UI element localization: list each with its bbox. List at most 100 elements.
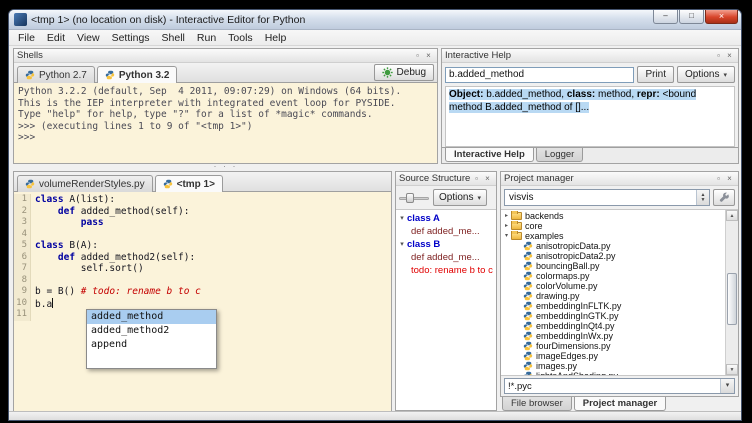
project-item-embeddinginfltk-py[interactable]: embeddingInFLTK.py	[502, 301, 725, 311]
editor-tab-label: <tmp 1>	[177, 179, 215, 190]
help-tab-interactive-help[interactable]: Interactive Help	[445, 148, 534, 162]
project-item-embeddinginwx-py[interactable]: embeddingInWx.py	[502, 331, 725, 341]
python-file-icon	[523, 321, 533, 331]
help-body[interactable]: Object: b.added_method, class: method, r…	[445, 86, 735, 147]
folder-icon	[511, 222, 522, 230]
shell-tab-label: Python 2.7	[39, 70, 87, 81]
float-panel-icon[interactable]: ▫	[713, 50, 724, 61]
project-item-anisotropicdata-py[interactable]: anisotropicData.py	[502, 241, 725, 251]
collapse-icon[interactable]: ▾	[502, 231, 511, 241]
line-number: 8	[14, 275, 31, 287]
project-item-colorvolume-py[interactable]: colorVolume.py	[502, 281, 725, 291]
line-number: 9	[14, 286, 31, 298]
expand-icon[interactable]: ▸	[502, 211, 511, 221]
shell-output[interactable]: Python 3.2.2 (default, Sep 4 2011, 09:07…	[14, 83, 437, 163]
menu-edit[interactable]: Edit	[41, 31, 71, 45]
menu-run[interactable]: Run	[191, 31, 222, 45]
project-item-fourdimensions-py[interactable]: fourDimensions.py	[502, 341, 725, 351]
autocomplete-item-added-method[interactable]: added_method	[87, 310, 216, 324]
scroll-down-icon[interactable]: ▼	[726, 364, 738, 375]
chevron-down-icon[interactable]: ▾	[720, 379, 734, 393]
file-filter-input[interactable]	[505, 381, 720, 392]
project-item-label: bouncingBall.py	[536, 261, 600, 271]
project-item-label: lightsAndShading.py	[536, 371, 618, 375]
menu-shell[interactable]: Shell	[156, 31, 191, 45]
source-item-def-added-me[interactable]: def added_me...	[397, 225, 495, 238]
app-window: <tmp 1> (no location on disk) - Interact…	[8, 9, 742, 421]
help-tab-logger[interactable]: Logger	[536, 148, 584, 162]
float-panel-icon[interactable]: ▫	[412, 50, 423, 61]
help-tab-label: Logger	[545, 149, 575, 160]
debug-button-label: Debug	[397, 67, 426, 78]
dock-tab-file-browser[interactable]: File browser	[502, 397, 572, 411]
float-panel-icon[interactable]: ▫	[471, 173, 482, 184]
spin-down-icon[interactable]: ▼	[701, 198, 706, 203]
vertical-scrollbar[interactable]: ▲ ▼	[725, 210, 738, 375]
source-item-label: class A	[407, 212, 440, 225]
slider-handle[interactable]	[406, 193, 414, 203]
shell-tab-python-3-2[interactable]: Python 3.2	[97, 66, 178, 83]
structure-level-slider[interactable]	[399, 192, 429, 204]
autocomplete-item-append[interactable]: append	[87, 338, 216, 352]
editor-tab-volumerenderstyles-py[interactable]: volumeRenderStyles.py	[17, 175, 153, 192]
project-item-embeddingingtk-py[interactable]: embeddingInGTK.py	[502, 311, 725, 321]
source-options-button[interactable]: Options ▾	[433, 189, 487, 206]
project-item-drawing-py[interactable]: drawing.py	[502, 291, 725, 301]
print-button[interactable]: Print	[637, 66, 674, 83]
collapse-icon[interactable]: ▾	[397, 212, 407, 225]
maximize-button[interactable]: □	[679, 10, 704, 24]
project-config-button[interactable]	[713, 189, 735, 206]
scroll-up-icon[interactable]: ▲	[726, 210, 738, 221]
editor-tab-tmp-1[interactable]: <tmp 1>	[155, 175, 223, 192]
help-bottom-tabbar: Interactive Help Logger	[442, 147, 738, 163]
interactive-help-panel: Interactive Help ▫ × Print Options ▾ Obj…	[441, 48, 739, 164]
code-editor[interactable]: 1class A(list):2 def added_method(self):…	[14, 192, 391, 412]
project-item-lightsandshading-py[interactable]: lightsAndShading.py	[502, 371, 725, 375]
project-item-images-py[interactable]: images.py	[502, 361, 725, 371]
project-item-core[interactable]: ▸ core	[502, 221, 725, 231]
line-number: 4	[14, 229, 31, 241]
project-item-label: core	[525, 221, 543, 231]
source-item-label: todo: rename b to c	[411, 264, 493, 277]
source-item-class-a[interactable]: ▾class A	[397, 212, 495, 225]
menu-view[interactable]: View	[71, 31, 106, 45]
help-query-input[interactable]	[445, 67, 634, 83]
project-item-backends[interactable]: ▸backends	[502, 211, 725, 221]
debug-button[interactable]: Debug	[374, 64, 434, 81]
source-item-todo-rename-b-to-c[interactable]: todo: rename b to c	[397, 264, 495, 277]
menu-file[interactable]: File	[12, 31, 41, 45]
help-options-button[interactable]: Options ▾	[677, 66, 735, 83]
titlebar[interactable]: <tmp 1> (no location on disk) - Interact…	[9, 10, 741, 30]
project-item-anisotropicdata2-py[interactable]: anisotropicData2.py	[502, 251, 725, 261]
source-item-def-added-me[interactable]: def added_me...	[397, 251, 495, 264]
autocomplete-item-added-method2[interactable]: added_method2	[87, 324, 216, 338]
source-item-class-b[interactable]: ▾class B	[397, 238, 495, 251]
menu-tools[interactable]: Tools	[222, 31, 259, 45]
project-item-embeddinginqt4-py[interactable]: embeddingInQt4.py	[502, 321, 725, 331]
statusbar	[9, 411, 741, 420]
minimize-button[interactable]: –	[653, 10, 678, 24]
project-item-examples[interactable]: ▾examples	[502, 231, 725, 241]
dock-tab-project-manager[interactable]: Project manager	[574, 397, 666, 411]
close-panel-icon[interactable]: ×	[423, 50, 434, 61]
menu-help[interactable]: Help	[259, 31, 293, 45]
menu-settings[interactable]: Settings	[106, 31, 156, 45]
expand-icon[interactable]: ▸	[502, 221, 511, 231]
close-panel-icon[interactable]: ×	[482, 173, 493, 184]
code-line: 6 def added_method2(self):	[14, 252, 391, 264]
shells-panel-header: Shells ▫ ×	[14, 49, 437, 63]
project-item-imageedges-py[interactable]: imageEdges.py	[502, 351, 725, 361]
shell-tab-python-2-7[interactable]: Python 2.7	[17, 66, 95, 83]
close-button[interactable]: ×	[705, 10, 738, 24]
project-item-colormaps-py[interactable]: colormaps.py	[502, 271, 725, 281]
spinner-arrows-icon[interactable]: ▲ ▼	[696, 190, 709, 205]
line-number: 1	[14, 194, 31, 206]
close-panel-icon[interactable]: ×	[724, 173, 735, 184]
splitter-handle[interactable]: · · ·	[13, 164, 438, 170]
float-panel-icon[interactable]: ▫	[713, 173, 724, 184]
scrollbar-thumb[interactable]	[727, 273, 737, 326]
project-select[interactable]: visvis ▲ ▼	[504, 189, 710, 206]
project-item-bouncingball-py[interactable]: bouncingBall.py	[502, 261, 725, 271]
close-panel-icon[interactable]: ×	[724, 50, 735, 61]
collapse-icon[interactable]: ▾	[397, 238, 407, 251]
